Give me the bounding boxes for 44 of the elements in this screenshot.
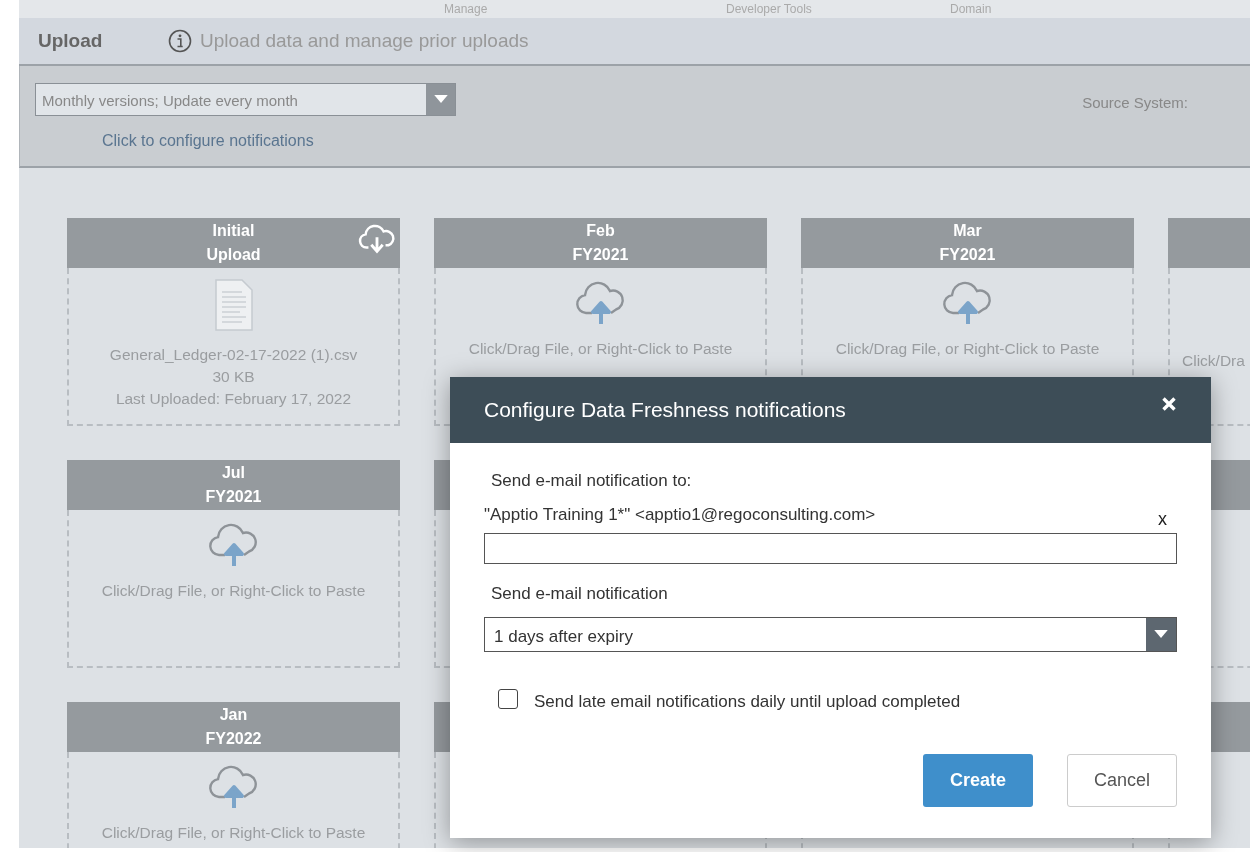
card-title: Jan bbox=[219, 705, 248, 725]
drop-zone[interactable]: General_Ledger-02-17-2022 (1).csv 30 KB Last Uploaded: February 17, 2022 bbox=[67, 268, 400, 426]
nav-link[interactable]: Domain bbox=[950, 2, 992, 16]
close-icon[interactable] bbox=[1161, 396, 1177, 412]
drop-hint: Click/Dra bbox=[1182, 351, 1245, 371]
daily-checkbox-label: Send late email notifications daily until upload completed bbox=[534, 692, 961, 712]
page-title: Upload bbox=[38, 30, 104, 52]
drop-hint: Click/Drag File, or Right-Click to Paste bbox=[835, 339, 1100, 359]
timing-dropdown[interactable]: 1 days after expiry bbox=[484, 617, 1177, 652]
card-subtitle: FY2022 bbox=[205, 729, 262, 749]
create-button[interactable]: Create bbox=[923, 754, 1033, 807]
drop-zone[interactable]: Click/Drag File, or Right-Click to Paste bbox=[67, 510, 400, 668]
configure-notifications-link[interactable]: Click to configure notifications bbox=[102, 132, 456, 150]
card-title: Mar bbox=[953, 221, 982, 241]
file-size: 30 KB bbox=[212, 367, 255, 387]
card-title: Feb bbox=[586, 221, 615, 241]
card-subtitle: Upload bbox=[206, 245, 261, 265]
file-name: General_Ledger-02-17-2022 (1).csv bbox=[109, 345, 358, 365]
caret-icon bbox=[1154, 630, 1168, 639]
page-description: Upload data and manage prior uploads bbox=[200, 30, 529, 52]
card-subtitle: FY2021 bbox=[205, 487, 262, 507]
cancel-button[interactable]: Cancel bbox=[1067, 754, 1177, 807]
drop-hint: Click/Drag File, or Right-Click to Paste bbox=[468, 339, 733, 359]
recipients-label: Send e-mail notification to: bbox=[491, 471, 693, 491]
last-uploaded-date: Last Uploaded: February 17, 2022 bbox=[115, 389, 352, 409]
card-subtitle: FY2021 bbox=[939, 245, 996, 265]
card-title: Initial bbox=[212, 221, 255, 241]
document-icon bbox=[212, 278, 255, 332]
drop-zone[interactable]: Click/Drag File, or Right-Click to Paste bbox=[67, 752, 400, 848]
remove-recipient-button[interactable]: x bbox=[1158, 509, 1167, 530]
email-input-field[interactable] bbox=[484, 533, 1177, 564]
nav-link[interactable]: Manage bbox=[444, 2, 726, 16]
daily-checkbox[interactable] bbox=[498, 689, 518, 709]
nav-link[interactable]: Developer Tools bbox=[726, 2, 950, 16]
card-title: Jul bbox=[221, 463, 246, 483]
caret-icon bbox=[433, 95, 448, 104]
source-system-label: Source System: bbox=[1082, 94, 1188, 113]
recipient-email: "Apptio Training 1*" <apptio1@regoconsulting.com> bbox=[484, 505, 876, 526]
info-icon bbox=[168, 29, 192, 53]
version-dropdown[interactable]: Monthly versions; Update every month bbox=[35, 83, 456, 116]
card-subtitle: FY2021 bbox=[572, 245, 629, 265]
drop-hint: Click/Drag File, or Right-Click to Paste bbox=[101, 823, 366, 843]
drop-hint: Click/Drag File, or Right-Click to Paste bbox=[101, 581, 366, 601]
timing-label: Send e-mail notification bbox=[491, 584, 669, 604]
